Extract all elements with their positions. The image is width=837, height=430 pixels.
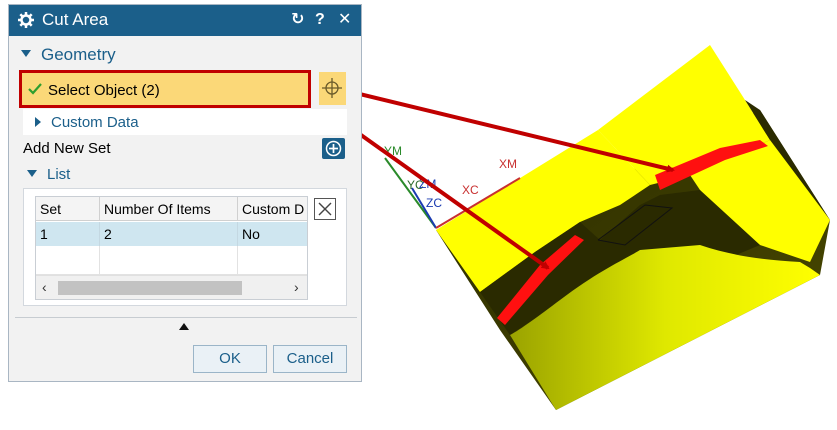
remove-set-button[interactable] <box>314 198 336 220</box>
cancel-button[interactable]: Cancel <box>273 345 347 373</box>
scrollbar-thumb[interactable] <box>58 281 242 295</box>
scroll-left-icon[interactable]: ‹ <box>42 279 47 295</box>
dialog-divider <box>15 317 357 318</box>
dialog-title: Cut Area <box>42 10 109 29</box>
add-set-button[interactable] <box>322 138 345 159</box>
gear-icon <box>18 12 34 33</box>
select-object-row[interactable]: Select Object (2) <box>19 70 311 108</box>
ok-button[interactable]: OK <box>193 345 267 373</box>
list-section-header[interactable]: List <box>27 166 70 183</box>
chevron-down-icon <box>27 169 37 177</box>
close-icon[interactable]: ✕ <box>338 11 351 29</box>
table-empty-cell <box>100 246 238 275</box>
cut-area-dialog: Cut Area ↻ ? ✕ Geometry Select Object (2… <box>8 4 362 382</box>
dialog-titlebar[interactable]: Cut Area ↻ ? ✕ <box>9 5 361 36</box>
select-object-label: Select Object (2) <box>48 82 160 99</box>
xm-axis-label: XM <box>499 157 517 171</box>
geometry-label: Geometry <box>41 45 116 64</box>
part-model[interactable] <box>436 45 830 410</box>
crosshair-icon[interactable] <box>319 72 346 105</box>
table-empty-cell <box>36 246 100 275</box>
column-header-set[interactable]: Set <box>36 197 100 221</box>
custom-data-label: Custom Data <box>51 114 139 131</box>
reset-icon[interactable]: ↻ <box>291 11 304 29</box>
zc-axis-label: ZC <box>426 196 442 210</box>
chevron-up-icon[interactable] <box>179 323 189 330</box>
checkmark-icon <box>28 82 42 101</box>
chevron-right-icon <box>35 117 41 128</box>
table-empty-cell <box>238 246 307 275</box>
set-table[interactable]: Set Number Of Items Custom D 1 2 No ‹ › <box>35 196 308 300</box>
xc-axis-label: XC <box>462 183 479 197</box>
geometry-section-header[interactable]: Geometry <box>21 45 116 65</box>
list-label: List <box>47 166 71 183</box>
add-new-set-label: Add New Set <box>23 140 111 157</box>
help-icon[interactable]: ? <box>315 11 325 29</box>
custom-data-section[interactable]: Custom Data <box>23 109 347 135</box>
column-header-custom-data[interactable]: Custom D <box>238 197 307 221</box>
chevron-down-icon <box>21 50 31 58</box>
column-header-number-of-items[interactable]: Number Of Items <box>100 197 238 221</box>
table-cell-custom-data[interactable]: No <box>238 222 307 246</box>
table-cell-number-of-items[interactable]: 2 <box>100 222 238 246</box>
table-cell-set[interactable]: 1 <box>36 222 100 246</box>
horizontal-scrollbar[interactable]: ‹ › <box>36 275 307 299</box>
scroll-right-icon[interactable]: › <box>294 279 299 295</box>
